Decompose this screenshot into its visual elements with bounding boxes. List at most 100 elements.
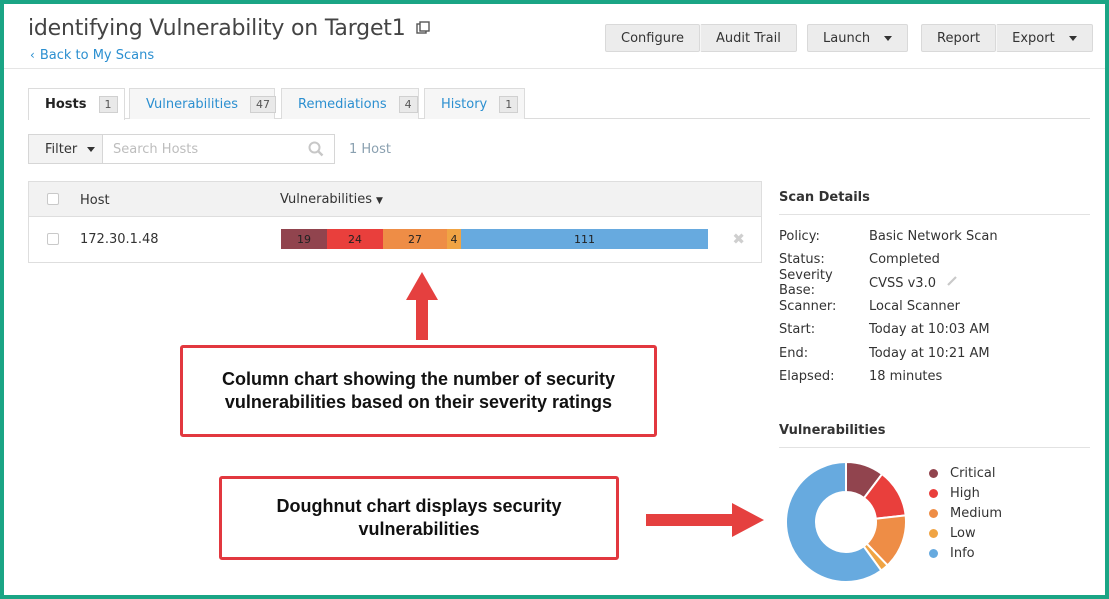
sort-desc-icon: ▼ — [375, 196, 383, 206]
header-divider — [4, 68, 1105, 69]
tab-label: Remediations — [298, 96, 387, 112]
back-link-label: Back to My Scans — [39, 48, 155, 63]
launch-button[interactable]: Launch — [807, 24, 909, 52]
detail-start: Start: Today at 10:03 AM — [779, 318, 1090, 341]
tab-count-badge: 4 — [398, 95, 418, 113]
report-export-group: Report Export — [921, 24, 1093, 52]
legend-label: Critical — [950, 465, 996, 481]
legend-label: Low — [950, 525, 976, 541]
legend-item-high[interactable]: High — [929, 483, 1002, 503]
chevron-left-icon: ‹ — [30, 48, 35, 62]
tab-count-badge: 1 — [499, 95, 519, 113]
export-label: Export — [1012, 30, 1055, 46]
legend-dot-icon — [929, 488, 938, 498]
launch-label: Launch — [823, 30, 871, 46]
tab-label: History — [441, 96, 488, 112]
detail-key: Start: — [779, 322, 816, 338]
scan-details-panel: Scan Details Policy: Basic Network Scan … — [779, 190, 1090, 388]
audit-trail-button[interactable]: Audit Trail — [700, 24, 797, 52]
select-all-checkbox[interactable] — [47, 193, 59, 205]
host-count: 1 Host — [349, 141, 392, 157]
detail-value: Basic Network Scan — [869, 229, 998, 245]
filter-row: Filter Search Hosts 1 Host — [28, 134, 391, 164]
caret-down-icon — [87, 146, 96, 152]
column-header-vulnerabilities[interactable]: Vulnerabilities ▼ — [280, 192, 383, 207]
caret-down-icon — [1068, 35, 1077, 41]
severity-segment-critical[interactable]: 19 — [281, 229, 327, 249]
detail-elapsed: Elapsed: 18 minutes — [779, 365, 1090, 388]
detail-key: Status: — [779, 252, 825, 268]
detail-key: Severity Base: — [779, 268, 833, 299]
report-button[interactable]: Report — [921, 24, 997, 52]
column-header-host[interactable]: Host — [80, 193, 110, 208]
host-ip[interactable]: 172.30.1.48 — [80, 232, 159, 247]
page-title: identifying Vulnerability on Target1 — [28, 16, 406, 41]
scan-details-title: Scan Details — [779, 190, 1090, 215]
launch-group: Launch — [807, 24, 909, 52]
doughnut-legend: Critical High Medium Low Info — [929, 463, 1002, 563]
detail-value: Today at 10:03 AM — [869, 322, 990, 338]
caret-down-icon — [884, 35, 893, 41]
configure-button[interactable]: Configure — [605, 24, 701, 52]
detail-key: End: — [779, 345, 809, 361]
detail-value: 18 minutes — [869, 368, 943, 384]
severity-segment-high[interactable]: 24 — [327, 229, 383, 249]
tab-count-badge: 1 — [98, 96, 118, 113]
scan-details-list: Policy: Basic Network Scan Status: Compl… — [779, 215, 1090, 388]
callout-text: Doughnut chart displays security vulnera… — [276, 496, 562, 539]
legend-dot-icon — [929, 468, 938, 478]
column-chart-callout: Column chart showing the number of secur… — [180, 345, 657, 437]
arrow-up-icon — [406, 272, 438, 340]
tab-remediations[interactable]: Remediations 4 — [281, 88, 419, 119]
search-input[interactable]: Search Hosts — [103, 134, 335, 164]
vulnerabilities-panel: Vulnerabilities — [779, 423, 1090, 448]
detail-scanner: Scanner: Local Scanner — [779, 295, 1090, 318]
severity-segment-medium[interactable]: 27 — [383, 229, 447, 249]
vulnerabilities-title: Vulnerabilities — [779, 423, 1090, 448]
app-frame: identifying Vulnerability on Target1 ‹ Ba… — [4, 4, 1105, 595]
tab-hosts[interactable]: Hosts 1 — [28, 88, 125, 120]
detail-value: CVSS v3.0 — [869, 275, 936, 291]
doughnut-chart-callout: Doughnut chart displays security vulnera… — [219, 476, 619, 560]
row-checkbox[interactable] — [47, 233, 59, 245]
search-icon[interactable] — [308, 141, 324, 161]
table-row[interactable]: 172.30.1.48 19 24 27 4 111 ✖ — [29, 217, 761, 262]
back-link[interactable]: ‹ Back to My Scans — [30, 48, 154, 63]
filter-label: Filter — [45, 141, 78, 157]
legend-dot-icon — [929, 548, 938, 558]
legend-label: High — [950, 485, 980, 501]
pencil-icon[interactable] — [946, 275, 958, 291]
severity-segment-info[interactable]: 111 — [461, 229, 708, 249]
tab-label: Hosts — [45, 97, 87, 112]
legend-item-medium[interactable]: Medium — [929, 503, 1002, 523]
copy-icon[interactable] — [416, 21, 430, 40]
legend-item-critical[interactable]: Critical — [929, 463, 1002, 483]
title-row: identifying Vulnerability on Target1 — [28, 16, 430, 41]
detail-value: Local Scanner — [869, 299, 961, 315]
legend-label: Info — [950, 545, 975, 561]
search-placeholder: Search Hosts — [113, 142, 199, 157]
detail-key: Policy: — [779, 229, 820, 245]
callout-text: Column chart showing the number of secur… — [221, 369, 616, 412]
tab-history[interactable]: History 1 — [424, 88, 525, 119]
export-button[interactable]: Export — [996, 24, 1093, 52]
remove-icon[interactable]: ✖ — [732, 230, 745, 248]
tab-count-badge: 47 — [249, 95, 276, 113]
detail-severity-base: Severity Base: CVSS v3.0 — [779, 268, 1090, 298]
legend-dot-icon — [929, 528, 938, 538]
hosts-table: Host Vulnerabilities ▼ 172.30.1.48 19 24 27… — [28, 181, 762, 263]
legend-dot-icon — [929, 508, 938, 518]
tab-vulnerabilities[interactable]: Vulnerabilities 47 — [129, 88, 276, 119]
arrow-right-icon — [646, 503, 764, 537]
filter-button[interactable]: Filter — [28, 134, 103, 164]
vulnerabilities-doughnut-chart[interactable] — [784, 460, 908, 584]
detail-value: Completed — [869, 252, 940, 268]
legend-item-info[interactable]: Info — [929, 543, 1002, 563]
detail-end: End: Today at 10:21 AM — [779, 341, 1090, 364]
severity-column-chart[interactable]: 19 24 27 4 111 — [281, 229, 708, 249]
severity-segment-low[interactable]: 4 — [447, 229, 461, 249]
detail-key: Scanner: — [779, 299, 837, 315]
legend-item-low[interactable]: Low — [929, 523, 1002, 543]
configure-audit-group: Configure Audit Trail — [605, 24, 797, 52]
detail-policy: Policy: Basic Network Scan — [779, 225, 1090, 248]
